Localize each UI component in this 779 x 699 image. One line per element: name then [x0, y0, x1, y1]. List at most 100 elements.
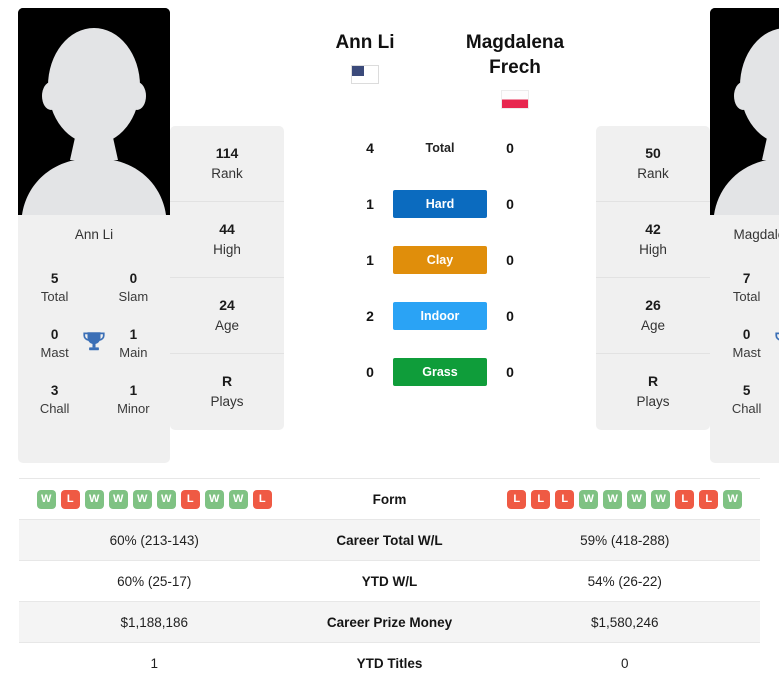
right-titles-chall-value: 5: [742, 383, 751, 399]
left-form-list: WLWWWWLWWL: [19, 489, 290, 509]
left-titles-slam: 0 Slam: [111, 270, 156, 306]
left-titles-total-value: 5: [50, 271, 59, 287]
trophy-icon: [77, 329, 110, 360]
form-badge-w[interactable]: W: [204, 489, 224, 509]
table-row: 60% (25-17) YTD W/L 54% (26-22): [19, 560, 760, 601]
left-titles-total-label: Total: [40, 289, 69, 305]
left-cell: 60% (25-17): [117, 573, 192, 589]
h2h-label-clay[interactable]: Clay: [393, 246, 487, 274]
right-cell: 59% (418-288): [580, 532, 670, 548]
table-row: W L W W W W L W W L Form L L L W W W W L L W: [19, 478, 760, 519]
right-titles-mast-label: Mast: [732, 345, 761, 361]
h2h-label-indoor[interactable]: Indoor: [393, 302, 487, 330]
right-titles-chall: 5 Chall: [724, 382, 769, 418]
left-titles-row-chall: 3 Chall 1 Minor: [18, 372, 170, 428]
left-plays-label: Plays: [210, 394, 244, 410]
h2h-left-value: 0: [366, 364, 374, 380]
head-to-head-list: 4 Total 0 1 Hard 0 1 Clay 0 2 Indoor 0 0 Grass 0: [290, 120, 590, 400]
right-stats-card: 50 Rank 42 High 26 Age R Plays: [596, 126, 710, 430]
left-cell: WLWWWWLWWL: [19, 489, 290, 509]
form-badge-w[interactable]: W: [84, 489, 104, 509]
right-player-name-block: Magdalena Frech: [440, 8, 590, 110]
table-row: 60% (213-143) Career Total W/L 59% (418-28…: [19, 519, 760, 560]
left-cell: 1: [150, 655, 158, 671]
h2h-right-value: 0: [506, 308, 514, 324]
h2h-label-total: Total: [425, 141, 455, 155]
h2h-left-value: 1: [366, 252, 374, 268]
left-high-label: High: [213, 241, 241, 257]
left-stats-column: 114 Rank 44 High 24 Age R Plays: [170, 126, 284, 430]
form-badge-w[interactable]: W: [36, 489, 56, 509]
comparison-stats-table: W L W W W W L W W L Form L L L W W W W L L W 60% (213-143) Car…: [0, 478, 779, 683]
left-titles-row-mast: 0 Mast 1 Main: [18, 316, 170, 372]
right-age-label: Age: [640, 317, 666, 333]
h2h-right-value: 0: [506, 252, 514, 268]
form-badge-w[interactable]: W: [156, 489, 176, 509]
us-flag-icon: [351, 65, 379, 85]
h2h-label-hard[interactable]: Hard: [393, 190, 487, 218]
form-badge-w[interactable]: W: [228, 489, 248, 509]
h2h-row-clay: 1 Clay 0: [290, 232, 590, 288]
form-badge-l[interactable]: L: [675, 489, 695, 509]
player-comparison-page: Ann Li 5 Total 0 Slam 0 Mast 1 Main 3 Ch…: [0, 0, 779, 699]
right-photo-caption: Magdalena Frech: [733, 227, 779, 242]
right-stat-plays: R Plays: [596, 354, 710, 430]
right-stat-high: 42 High: [596, 202, 710, 278]
table-row: 1 YTD Titles 0: [19, 642, 760, 683]
form-badge-l[interactable]: L: [252, 489, 272, 509]
row-label: Career Prize Money: [326, 614, 453, 630]
form-badge-l[interactable]: L: [555, 489, 575, 509]
left-age-label: Age: [214, 317, 240, 333]
form-badge-w[interactable]: W: [723, 489, 743, 509]
h2h-row-grass: 0 Grass 0: [290, 344, 590, 400]
left-titles-card: Ann Li 5 Total 0 Slam 0 Mast 1 Main 3 Ch…: [18, 215, 170, 463]
left-titles-total: 5 Total: [32, 270, 77, 306]
right-high-label: High: [639, 241, 667, 257]
form-badge-w[interactable]: W: [108, 489, 128, 509]
h2h-left-value: 1: [366, 196, 374, 212]
left-titles-minor-value: 1: [129, 383, 138, 399]
right-titles-row-total: 7 Total 0 Slam: [710, 260, 779, 316]
left-rank-value: 114: [215, 144, 239, 161]
right-titles-total: 7 Total: [724, 270, 769, 306]
form-badge-w[interactable]: W: [627, 489, 647, 509]
form-badge-w[interactable]: W: [603, 489, 623, 509]
right-plays-value: R: [647, 373, 659, 390]
right-titles-card: Magdalena Frech 7 Total 0 Slam 0 Ma: [710, 215, 779, 463]
form-badge-w[interactable]: W: [651, 489, 671, 509]
h2h-right-value: 0: [506, 364, 514, 380]
form-badge-l[interactable]: L: [699, 489, 719, 509]
right-player-column: Magdalena Frech 7 Total 0 Slam 0 Ma: [710, 8, 779, 463]
head-to-head-column: Ann Li Magdalena Frech 4 Total 0 1 Hard 0 1 Cla…: [284, 8, 596, 400]
right-cell: LLLWWWWLLW: [490, 489, 761, 509]
table-row: $1,188,186 Career Prize Money $1,580,246: [19, 601, 760, 642]
player-photo-placeholder-icon: [18, 8, 170, 215]
left-photo-caption: Ann Li: [74, 227, 114, 242]
left-high-value: 44: [219, 220, 235, 237]
player-photo-placeholder-icon: [710, 8, 779, 215]
form-badge-l[interactable]: L: [507, 489, 527, 509]
right-cell: $1,580,246: [590, 614, 659, 630]
right-titles-row-mast: 0 Mast 0 Main: [710, 316, 779, 372]
left-player-photo: [18, 8, 170, 215]
player-names-row: Ann Li Magdalena Frech: [290, 8, 590, 120]
row-label: Form: [372, 491, 407, 507]
form-badge-l[interactable]: L: [60, 489, 80, 509]
left-stat-high: 44 High: [170, 202, 284, 278]
trophy-icon-glyph: [83, 331, 105, 350]
form-badge-l[interactable]: L: [531, 489, 551, 509]
row-label: Career Total W/L: [336, 532, 443, 548]
left-plays-value: R: [221, 373, 233, 390]
left-titles-slam-label: Slam: [118, 289, 149, 305]
trophy-icon: [769, 329, 779, 360]
left-titles-mast-label: Mast: [40, 345, 69, 361]
form-badge-l[interactable]: L: [180, 489, 200, 509]
left-titles-main: 1 Main: [111, 326, 156, 362]
h2h-label-grass[interactable]: Grass: [393, 358, 487, 386]
left-rank-label: Rank: [211, 165, 243, 181]
left-age-value: 24: [219, 296, 235, 313]
form-badge-w[interactable]: W: [579, 489, 599, 509]
form-badge-w[interactable]: W: [132, 489, 152, 509]
left-stat-age: 24 Age: [170, 278, 284, 354]
right-cell: 0: [620, 655, 629, 671]
